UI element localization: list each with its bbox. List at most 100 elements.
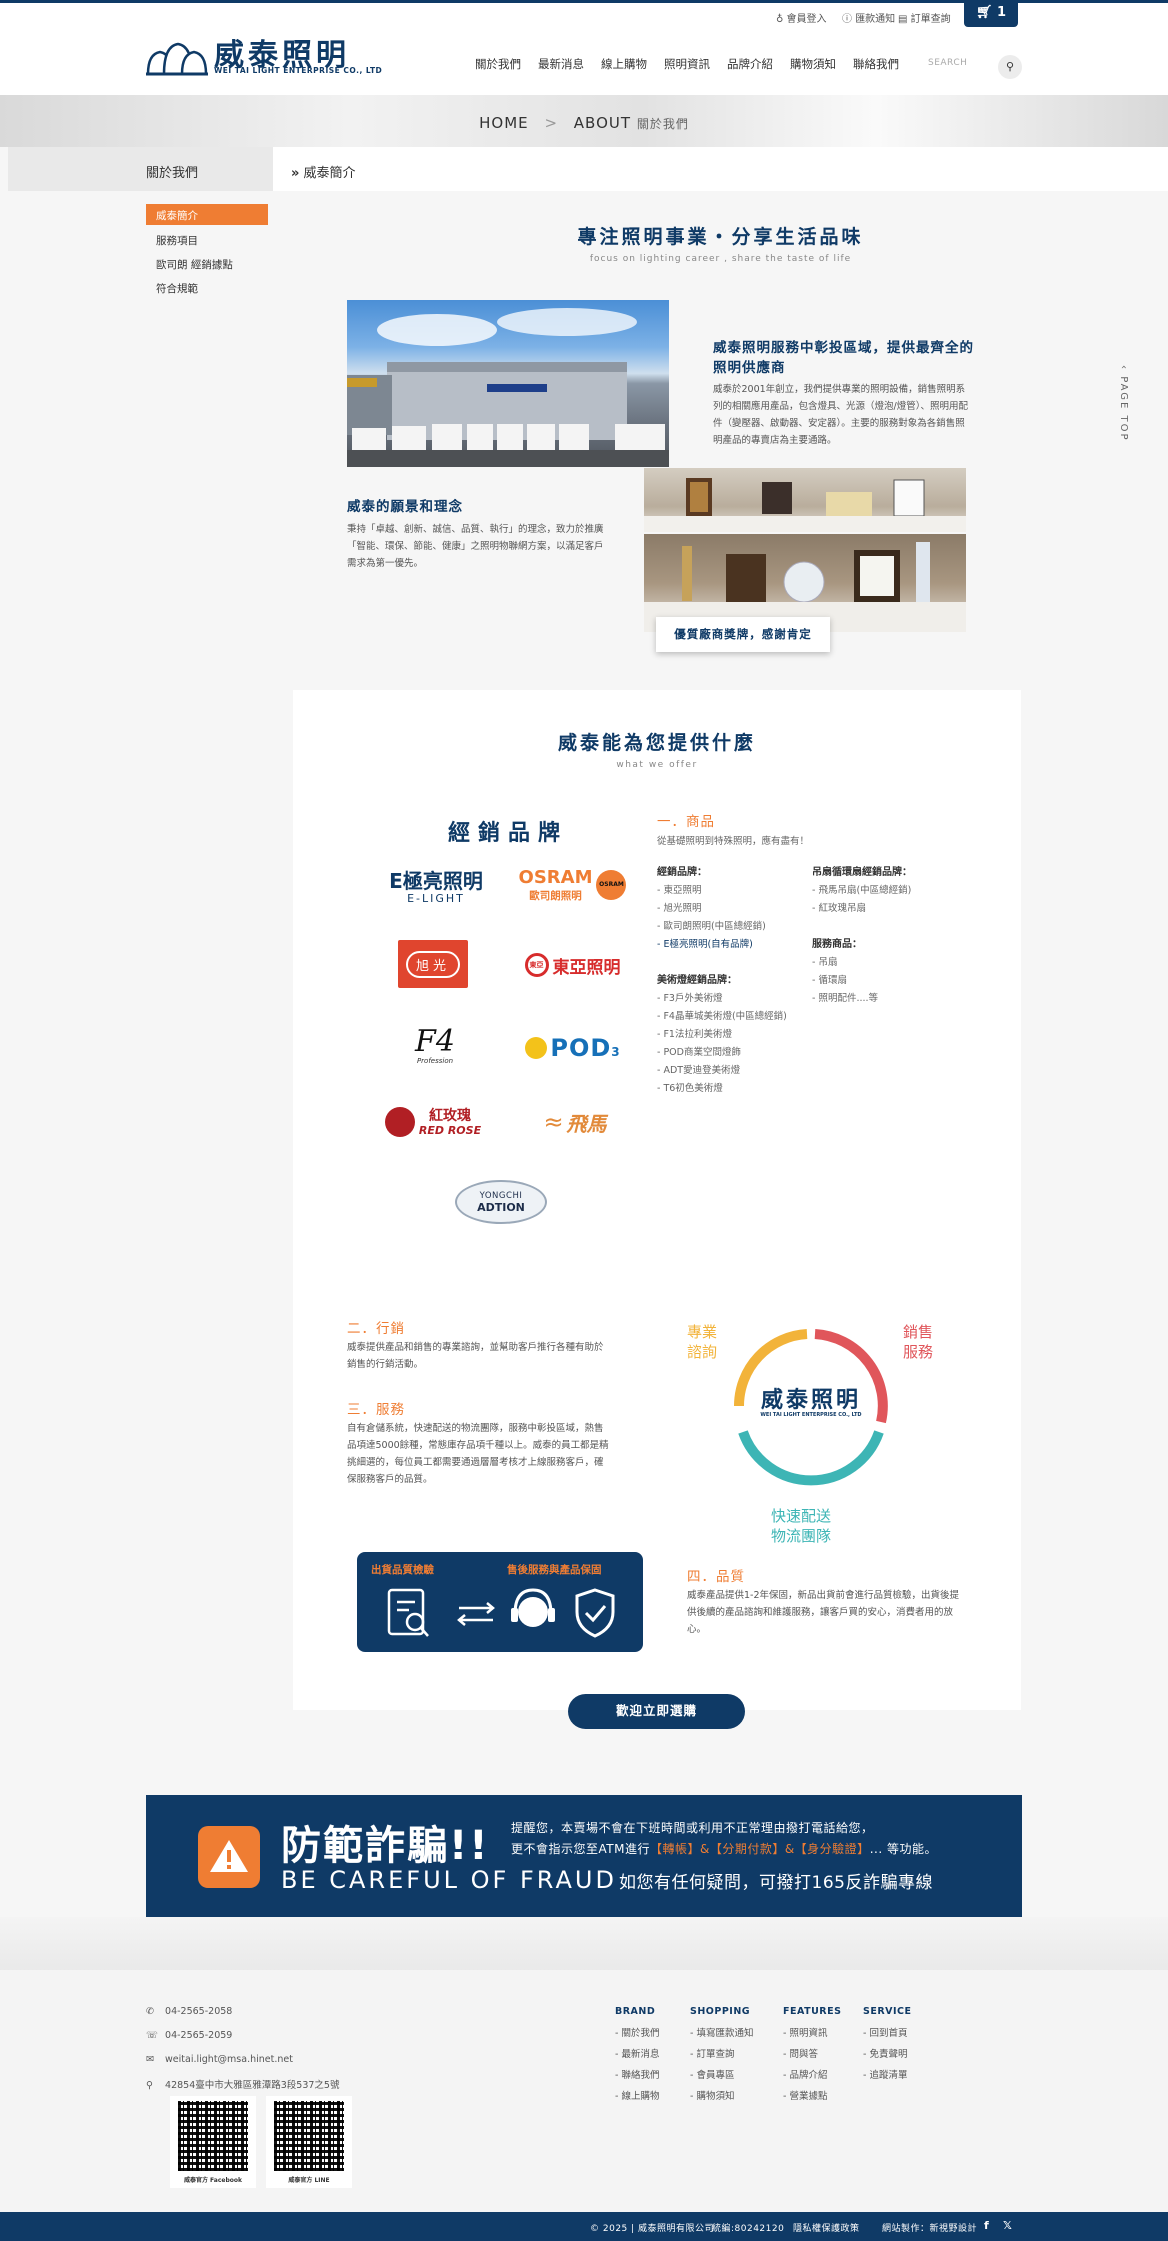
quality-card: 出貨品質檢驗 售後服務與產品保固 <box>357 1552 643 1652</box>
sidebar-item-intro[interactable]: 威泰簡介 <box>146 204 268 225</box>
breadcrumb-home[interactable]: HOME <box>479 114 529 132</box>
nav-shop[interactable]: 線上購物 <box>601 56 647 72</box>
nav-about[interactable]: 關於我們 <box>475 56 521 72</box>
site-logo[interactable]: 威泰照明 WEI TAI LIGHT ENTERPRISE CO., LTD <box>146 30 386 76</box>
cart-count: 1 <box>997 5 1007 20</box>
footer-link[interactable]: - 營業據點 <box>783 2086 853 2107</box>
brand-logo-yongchi[interactable]: YONGCHI ADTION <box>455 1180 547 1224</box>
fax-icon: ☏ <box>146 2030 158 2041</box>
footer-link[interactable]: - 填寫匯款通知 <box>690 2023 770 2044</box>
osram-badge-icon: OSRAM <box>596 870 627 900</box>
page-top-button[interactable]: ‹ PAGE TOP <box>1118 365 1129 442</box>
checklist-icon <box>387 1588 429 1637</box>
shop-now-button[interactable]: 歡迎立即選購 <box>568 1694 745 1729</box>
footer-phone[interactable]: ✆ 04-2565-2058 <box>146 2006 232 2017</box>
nav-brands[interactable]: 品牌介紹 <box>727 56 773 72</box>
brand-logo-feima[interactable]: ≈ 飛馬 <box>525 1104 625 1140</box>
privacy-link[interactable]: 隱私權保護政策 <box>793 2221 860 2234</box>
chevron-up-icon: ‹ <box>1118 365 1129 371</box>
lamp-logo-icon <box>146 42 208 76</box>
list-item: - F4晶華城美術燈(中區總經銷) <box>657 1011 787 1022</box>
design-credit[interactable]: 網站製作：新視野設計 <box>882 2221 977 2234</box>
marketing-heading: 二．行銷 <box>347 1321 405 1337</box>
footer-col-features: FEATURES - 照明資訊 - 問與答 - 品牌介紹 - 營業據點 <box>783 2006 853 2107</box>
double-chevron-icon: » <box>291 166 300 181</box>
brand-logo-xuguang[interactable]: 旭光 <box>398 940 468 988</box>
breadcrumb-about[interactable]: ABOUT <box>574 114 631 132</box>
search-button[interactable]: ⚲ <box>998 55 1022 79</box>
bottom-bar: © 2025 | 威泰照明有限公司 統編:80242120 隱私權保護政策 網站… <box>0 2212 1168 2241</box>
marketing-text: 威泰提供產品和銷售的專業諮詢，並幫助客戶推行各種有助於銷售的行銷活動。 <box>347 1342 604 1370</box>
nav-shopping-guide[interactable]: 購物須知 <box>790 56 836 72</box>
headset-support-icon <box>511 1588 555 1627</box>
intro-block2-text: 秉持「卓越、創新、誠信、品質、執行」的理念，致力於推廣「智能、環保、節能、健康」… <box>347 524 604 569</box>
section-title: 威泰簡介 <box>303 166 356 181</box>
qr-code-icon <box>178 2101 248 2171</box>
intro-block2-title: 威泰的願景和理念 <box>347 499 463 515</box>
list-item: - F1法拉利美術燈 <box>657 1029 732 1040</box>
footer-link[interactable]: - 免責聲明 <box>863 2044 933 2065</box>
footer-link[interactable]: - 購物須知 <box>690 2086 770 2107</box>
list-title: 經銷品牌： <box>657 867 707 878</box>
order-icon: ▤ <box>898 14 908 25</box>
x-twitter-icon[interactable]: 𝕏 <box>1003 2219 1012 2232</box>
ring-center-cn: 威泰照明 <box>760 1387 861 1413</box>
footer-link[interactable]: - 最新消息 <box>615 2044 685 2065</box>
search-input[interactable]: SEARCH <box>928 58 967 68</box>
nav-news[interactable]: 最新消息 <box>538 56 584 72</box>
brand-logo-osram[interactable]: OSRAM 歐司朗照明 OSRAM <box>515 864 630 906</box>
footer-link[interactable]: - 追蹤清單 <box>863 2065 933 2086</box>
fraud-line3: 如您有任何疑問，可撥打165反詐騙專線 <box>619 1873 933 1893</box>
footer-email[interactable]: ✉ weitai.light@msa.hinet.net <box>146 2054 293 2065</box>
intro-block1-title: 威泰照明服務中彰投區域，提供最齊全的照明供應商 <box>713 340 974 376</box>
list-item: - F3戶外美術燈 <box>657 993 723 1004</box>
bulb-icon: ♁ <box>776 14 784 25</box>
brand-logo-f4[interactable]: F4 Profession <box>395 1022 475 1070</box>
footer-link[interactable]: - 線上購物 <box>615 2086 685 2107</box>
facebook-icon[interactable]: f <box>984 2219 989 2232</box>
ring-center-en: WEI TAI LIGHT ENTERPRISE CO., LTD <box>760 1412 862 1418</box>
brand-logo-dongya[interactable]: 東亞 東亞照明 <box>515 950 630 980</box>
nav-lighting-info[interactable]: 照明資訊 <box>664 56 710 72</box>
sidebar-item-services[interactable]: 服務項目 <box>146 229 268 250</box>
sidebar-item-compliance[interactable]: 符合規範 <box>146 277 268 298</box>
copyright: © 2025 | 威泰照明有限公司 <box>590 2224 715 2234</box>
footer-link[interactable]: - 照明資訊 <box>783 2023 853 2044</box>
offer-subtitle: what we offer <box>616 760 698 770</box>
list-item: - 飛馬吊扇(中區總經銷) <box>812 885 912 896</box>
remittance-link[interactable]: ⓘ 匯款通知 <box>842 10 895 25</box>
qr-line[interactable]: 威泰官方 LINE <box>266 2096 352 2188</box>
footer-link[interactable]: - 會員專區 <box>690 2065 770 2086</box>
footer-link[interactable]: - 問與答 <box>783 2044 853 2065</box>
brand-logo-elight[interactable]: E極亮照明 E-LIGHT <box>370 866 502 908</box>
list-title: 吊扇循環扇經銷品牌： <box>812 867 912 878</box>
order-query-link[interactable]: ▤ 訂單查詢 <box>898 10 951 25</box>
quality-heading: 四．品質 <box>687 1569 745 1585</box>
brand-logo-pod[interactable]: POD 3 <box>515 1030 630 1066</box>
products-desc: 從基礎照明到特殊照明，應有盡有！ <box>657 836 810 847</box>
rose-icon <box>384 1107 415 1137</box>
qr-facebook[interactable]: 威泰官方 Facebook <box>170 2096 256 2188</box>
brands-title: 經銷品牌 <box>448 821 569 846</box>
cart-button[interactable]: 🛒︎ 1 <box>964 0 1018 27</box>
footer-link[interactable]: - 關於我們 <box>615 2023 685 2044</box>
phone-icon: ✆ <box>146 2006 154 2017</box>
brand-logo-redrose[interactable]: 紅玫瑰 RED ROSE <box>378 1100 488 1144</box>
list-item: - 東亞照明 <box>657 885 702 896</box>
footer-link[interactable]: - 訂單查詢 <box>690 2044 770 2065</box>
member-login-link[interactable]: ♁ 會員登入 <box>776 10 827 25</box>
products-heading: 一．商品 <box>657 814 715 830</box>
footer-col-brand: BRAND - 關於我們 - 最新消息 - 聯絡我們 - 線上購物 <box>615 2006 685 2107</box>
ring-label-consult: 專業 諮詢 <box>687 1323 718 1361</box>
footer-link[interactable]: - 聯絡我們 <box>615 2065 685 2086</box>
footer-link[interactable]: - 品牌介紹 <box>783 2065 853 2086</box>
sidebar-title: 關於我們 <box>8 147 273 191</box>
footer-link[interactable]: - 回到首頁 <box>863 2023 933 2044</box>
service-ring-diagram: 威泰照明 WEI TAI LIGHT ENTERPRISE CO., LTD <box>715 1310 907 1502</box>
nav-contact[interactable]: 聯絡我們 <box>853 56 899 72</box>
intro-title: 專注照明事業・分享生活品味 <box>577 226 864 248</box>
ring-label-logistics: 快速配送 物流團隊 <box>771 1507 832 1545</box>
location-pin-icon: ⚲ <box>146 2080 153 2091</box>
list-item: - 照明配件....等 <box>812 993 879 1004</box>
sidebar-item-osram-locations[interactable]: 歐司朗 經銷據點 <box>146 253 268 274</box>
